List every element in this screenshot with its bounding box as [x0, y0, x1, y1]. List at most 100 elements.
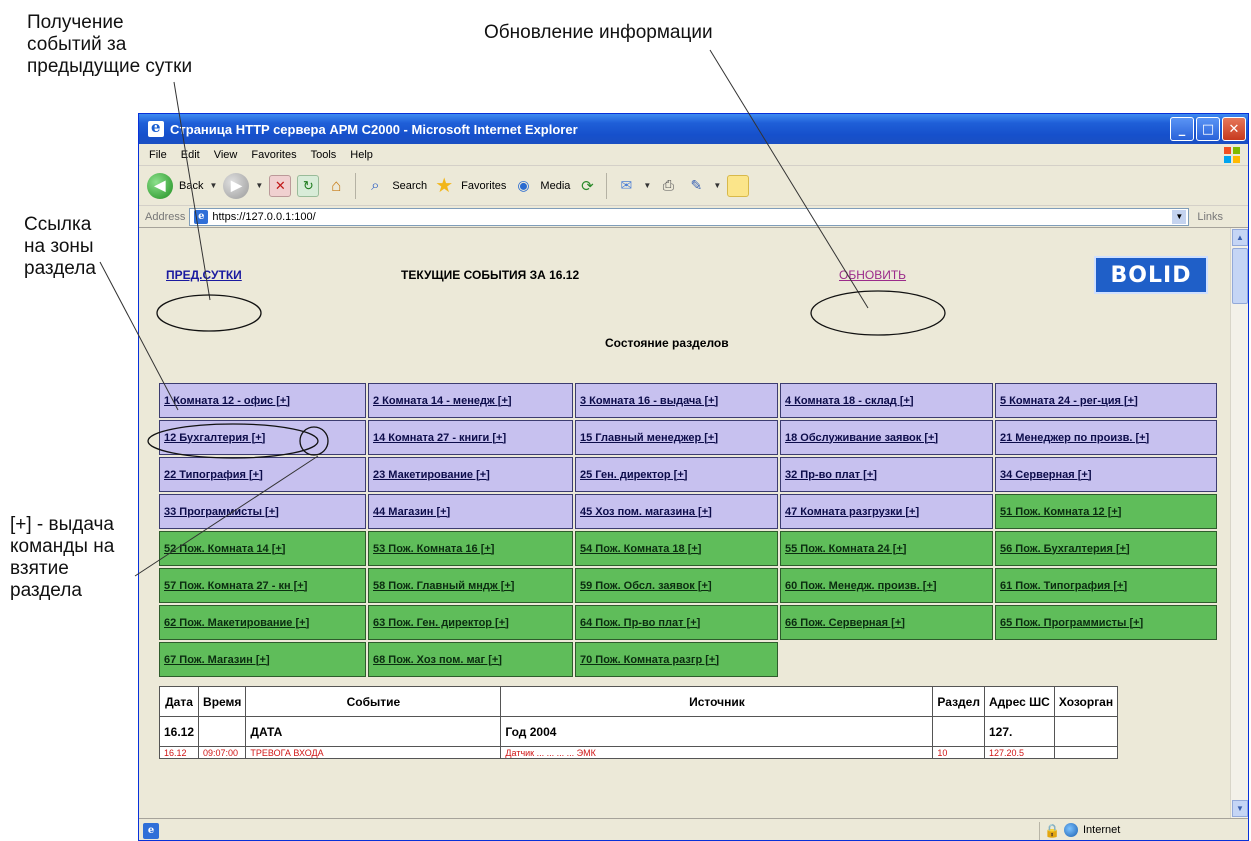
section-link[interactable]: 25 Ген. директор [+] — [575, 457, 778, 492]
annotation-zones-link: Ссылка на зоны раздела — [24, 214, 96, 279]
section-link[interactable]: 45 Хоз пом. магазина [+] — [575, 494, 778, 529]
fire-section-link[interactable]: 61 Пож. Типография [+] — [995, 568, 1217, 603]
fire-section-link[interactable]: 51 Пож. Комната 12 [+] — [995, 494, 1217, 529]
toolbar-separator-2 — [606, 172, 608, 199]
stop-icon[interactable]: ✕ — [269, 174, 292, 197]
fire-section-link[interactable]: 70 Пож. Комната разгр [+] — [575, 642, 778, 677]
forward-arrow-icon[interactable]: ▶ — [223, 172, 250, 199]
menu-edit[interactable]: Edit — [181, 149, 200, 161]
section-link[interactable]: 18 Обслуживание заявок [+] — [780, 420, 993, 455]
section-link[interactable]: 47 Комната разгрузки [+] — [780, 494, 993, 529]
favorites-button-label[interactable]: Favorites — [461, 180, 506, 192]
fire-section-link[interactable]: 64 Пож. Пр-во плат [+] — [575, 605, 778, 640]
page-status-icon: e — [143, 822, 159, 839]
edit-icon[interactable]: ✎ — [685, 175, 707, 197]
prev-day-link[interactable]: ПРЕД.СУТКИ — [166, 268, 242, 282]
refresh-icon[interactable]: ↻ — [297, 174, 320, 197]
section-link[interactable]: 44 Магазин [+] — [368, 494, 573, 529]
fire-section-link[interactable]: 57 Пож. Комната 27 - кн [+] — [159, 568, 366, 603]
events-column-header: Адрес ШС — [983, 686, 1055, 717]
section-link[interactable]: 32 Пр-во плат [+] — [780, 457, 993, 492]
sections-title: Состояние разделов — [605, 336, 729, 350]
menu-help[interactable]: Help — [350, 149, 373, 161]
event-cell — [1053, 746, 1119, 759]
search-icon[interactable]: ⌕ — [364, 175, 386, 197]
events-column-header: Источник — [500, 686, 934, 717]
address-dropdown-icon[interactable]: ▼ — [1172, 209, 1187, 224]
section-link[interactable]: 15 Главный менеджер [+] — [575, 420, 778, 455]
section-link[interactable]: 33 Программисты [+] — [159, 494, 366, 529]
search-button-label[interactable]: Search — [392, 180, 427, 192]
fire-section-link[interactable]: 53 Пож. Комната 16 [+] — [368, 531, 573, 566]
fire-section-link[interactable]: 62 Пож. Макетирование [+] — [159, 605, 366, 640]
scroll-down-icon[interactable]: ▼ — [1232, 800, 1248, 817]
mail-dropdown-icon[interactable]: ▼ — [643, 181, 651, 190]
edit-dropdown-icon[interactable]: ▼ — [713, 181, 721, 190]
section-link[interactable]: 12 Бухгалтерия [+] — [159, 420, 366, 455]
history-icon[interactable]: ⟳ — [576, 175, 598, 197]
menu-tools[interactable]: Tools — [311, 149, 337, 161]
section-link[interactable]: 2 Комната 14 - менедж [+] — [368, 383, 573, 418]
section-link[interactable]: 14 Комната 27 - книги [+] — [368, 420, 573, 455]
security-zone-label: Internet — [1083, 824, 1121, 836]
status-bar: e 🔒 Internet — [139, 818, 1248, 840]
events-column-header: Дата — [158, 686, 200, 717]
media-icon[interactable]: ◉ — [512, 175, 534, 197]
fire-section-link[interactable]: 67 Пож. Магазин [+] — [159, 642, 366, 677]
media-button-label[interactable]: Media — [540, 180, 570, 192]
menu-file[interactable]: File — [149, 149, 167, 161]
menu-view[interactable]: View — [214, 149, 238, 161]
close-button[interactable]: ✕ — [1222, 117, 1246, 141]
event-cell: 127. — [983, 716, 1055, 747]
fire-section-link[interactable]: 56 Пож. Бухгалтерия [+] — [995, 531, 1217, 566]
fire-section-link[interactable]: 63 Пож. Ген. директор [+] — [368, 605, 573, 640]
title-bar[interactable]: Страница HTTP сервера АРМ С2000 - Micros… — [139, 114, 1248, 144]
fire-section-link[interactable]: 55 Пож. Комната 24 [+] — [780, 531, 993, 566]
events-column-header: Раздел — [932, 686, 985, 717]
messenger-note-icon[interactable] — [727, 174, 750, 197]
section-link[interactable]: 23 Макетирование [+] — [368, 457, 573, 492]
fire-section-link[interactable]: 65 Пож. Программисты [+] — [995, 605, 1217, 640]
section-link[interactable]: 34 Серверная [+] — [995, 457, 1217, 492]
section-link[interactable]: 5 Комната 24 - рег-ция [+] — [995, 383, 1217, 418]
forward-dropdown-icon[interactable]: ▼ — [255, 181, 263, 190]
fire-section-link[interactable]: 59 Пож. Обсл. заявок [+] — [575, 568, 778, 603]
fire-section-link[interactable]: 58 Пож. Главный мндж [+] — [368, 568, 573, 603]
fire-section-link[interactable]: 54 Пож. Комната 18 [+] — [575, 531, 778, 566]
refresh-link[interactable]: ОБНОВИТЬ — [839, 268, 906, 282]
address-label: Address — [145, 210, 186, 223]
browser-window: Страница HTTP сервера АРМ С2000 - Micros… — [138, 113, 1249, 841]
section-link[interactable]: 1 Комната 12 - офис [+] — [159, 383, 366, 418]
minimize-button[interactable]: _ — [1170, 117, 1194, 141]
events-table: Дата Время Событие Источник Раздел Адрес ШС Хо… — [158, 686, 1119, 759]
fire-section-link[interactable]: 60 Пож. Менедж. произв. [+] — [780, 568, 993, 603]
back-dropdown-icon[interactable]: ▼ — [209, 181, 217, 190]
fire-section-link[interactable]: 52 Пож. Комната 14 [+] — [159, 531, 366, 566]
event-cell: 10 — [932, 746, 985, 759]
events-header-row: Дата Время Событие Источник Раздел Адрес ШС Хо… — [158, 686, 1119, 717]
events-column-header: Хозорган — [1053, 686, 1119, 717]
maximize-button[interactable]: □ — [1196, 117, 1220, 141]
fire-section-link[interactable]: 68 Пож. Хоз пом. маг [+] — [368, 642, 573, 677]
annotation-update: Обновление информации — [484, 22, 713, 43]
section-link[interactable]: 4 Комната 18 - склад [+] — [780, 383, 993, 418]
section-link[interactable]: 3 Комната 16 - выдача [+] — [575, 383, 778, 418]
mail-icon[interactable]: ✉ — [615, 175, 637, 197]
vertical-scrollbar[interactable]: ▲ ▼ — [1230, 228, 1248, 818]
back-button-label[interactable]: Back — [179, 180, 203, 192]
address-input[interactable]: e https://127.0.0.1:100/ ▼ — [189, 207, 1190, 226]
scroll-thumb[interactable] — [1232, 248, 1248, 304]
menu-favorites[interactable]: Favorites — [251, 149, 296, 161]
section-link[interactable]: 21 Менеджер по произв. [+] — [995, 420, 1217, 455]
window-title: Страница HTTP сервера АРМ С2000 - Micros… — [170, 121, 578, 137]
print-icon[interactable]: ⎙ — [657, 175, 679, 197]
home-icon[interactable]: ⌂ — [325, 175, 347, 197]
windows-logo-icon — [1224, 147, 1240, 163]
links-button[interactable]: Links — [1197, 211, 1223, 223]
scroll-up-icon[interactable]: ▲ — [1232, 229, 1248, 246]
annotation-prev-day: Получение событий за предыдущие сутки — [27, 12, 193, 77]
back-arrow-icon[interactable]: ◀ — [147, 172, 173, 199]
section-link[interactable]: 22 Типография [+] — [159, 457, 366, 492]
fire-section-link[interactable]: 66 Пож. Серверная [+] — [780, 605, 993, 640]
favorites-star-icon[interactable]: ★ — [433, 175, 455, 197]
